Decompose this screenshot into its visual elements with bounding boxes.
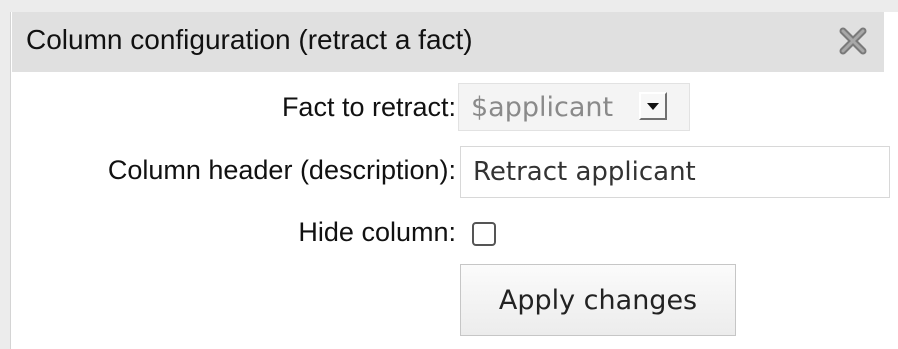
- dropdown-arrow-icon[interactable]: [639, 92, 667, 120]
- fact-to-retract-label: Fact to retract:: [281, 92, 456, 122]
- chevron-down-icon: [647, 103, 659, 110]
- hide-column-label: Hide column:: [298, 217, 456, 247]
- fact-select-value: $applicant: [471, 92, 614, 123]
- hide-column-checkbox[interactable]: [472, 222, 496, 246]
- dialog-title: Column configuration (retract a fact): [26, 24, 473, 55]
- fact-select[interactable]: $applicant: [458, 83, 690, 131]
- column-header-label: Column header (description):: [107, 155, 456, 185]
- close-x-icon: [839, 27, 867, 55]
- column-header-input[interactable]: [460, 146, 890, 198]
- close-icon[interactable]: [838, 26, 868, 56]
- apply-changes-button[interactable]: Apply changes: [460, 264, 736, 336]
- dialog-titlebar: Column configuration (retract a fact): [12, 12, 884, 72]
